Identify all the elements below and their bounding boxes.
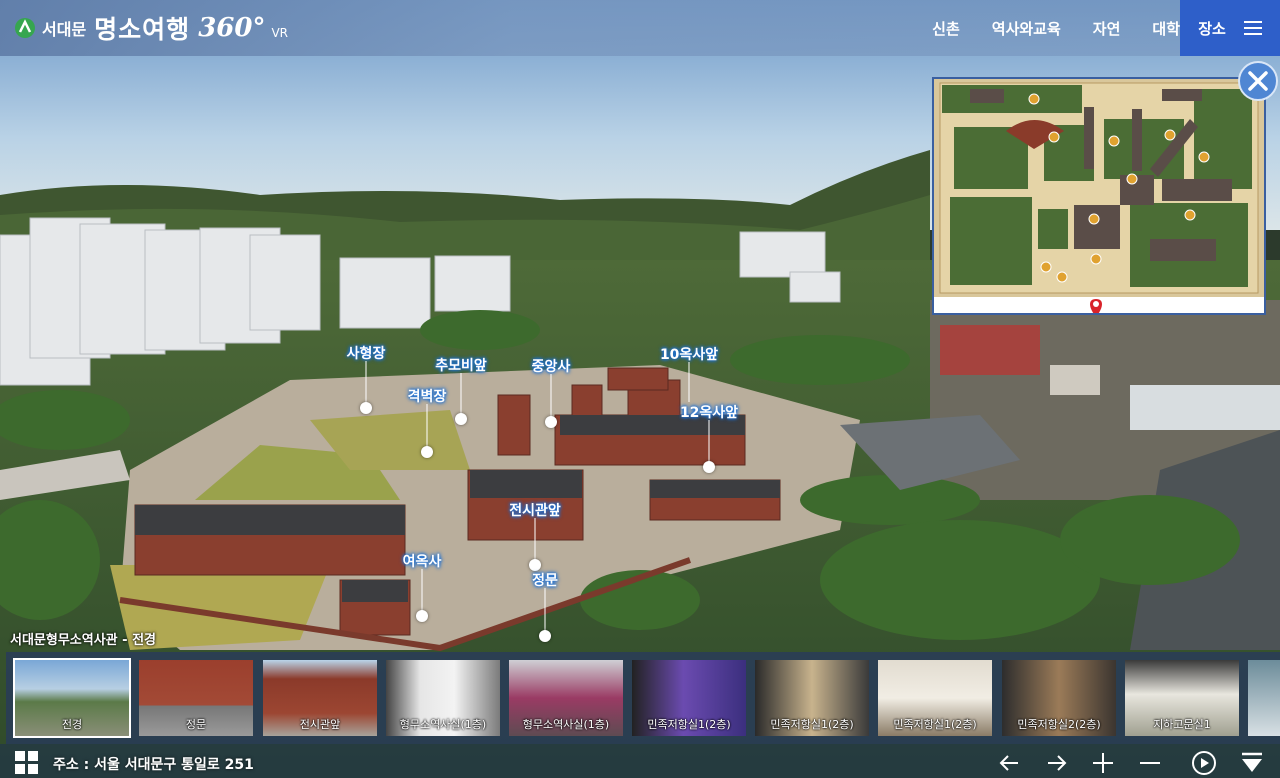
hamburger-menu-icon xyxy=(1243,21,1262,35)
hotspot-dot xyxy=(703,461,715,473)
nav-item-nature[interactable]: 자연 xyxy=(1093,18,1121,39)
thumbnail-item[interactable]: 민족저항실1(2층) xyxy=(632,660,746,736)
thumbnail-label: 전시관앞 xyxy=(299,718,341,731)
hotspot-line xyxy=(688,362,690,402)
hotspot-label: 12옥사앞 xyxy=(679,405,739,421)
hotspot-dot xyxy=(421,446,433,458)
hotspot-dot xyxy=(539,630,551,642)
thumbnail-item[interactable]: 정문 xyxy=(139,660,253,736)
hotspot-label: 정문 xyxy=(532,573,558,589)
brand-vr: VR xyxy=(271,26,289,40)
thumbnail-label: 형무소역사실(1층) xyxy=(522,718,610,731)
hotspot-line xyxy=(544,588,546,634)
thumbnail-label: 민족저항실1(2층) xyxy=(770,718,854,731)
thumbnail-grid-button[interactable] xyxy=(15,751,39,775)
thumbnail-item[interactable]: 민족저항실2(2층) xyxy=(1002,660,1116,736)
hotspot-line xyxy=(460,373,462,417)
brand-district: 서대문 xyxy=(42,20,87,39)
thumbnail-item[interactable]: 민족저항실1(2층) xyxy=(878,660,992,736)
thumbnail-item[interactable]: 형무소역사실(1층) xyxy=(386,660,500,736)
site-logo[interactable]: 서대문 명소여행 360° VR xyxy=(14,10,288,46)
hotspot-line xyxy=(365,361,367,406)
collapse-icon xyxy=(1242,752,1262,772)
hotspot-dot xyxy=(545,416,557,428)
autorotate-button[interactable] xyxy=(1190,750,1218,776)
compass-icon xyxy=(1192,751,1216,775)
thumbnail-label: 전경 xyxy=(61,718,83,731)
seodaemun-logo-icon xyxy=(15,18,35,38)
nav-item-sinchon[interactable]: 신촌 xyxy=(932,18,960,39)
arrow-left-icon xyxy=(999,755,1018,771)
top-header: 서대문 명소여행 360° VR 신촌 역사와교육 자연 대학 장소 xyxy=(0,0,1280,56)
thumbnail-label: 지하고문실1 xyxy=(1153,718,1211,731)
zoom-in-icon xyxy=(1093,753,1113,773)
zoom-out-button[interactable] xyxy=(1136,750,1164,776)
thumbnail-label: 형무소역사실(1층) xyxy=(399,718,487,731)
hotspot-label: 중앙사 xyxy=(531,359,571,375)
main-nav: 신촌 역사와교육 자연 대학 xyxy=(900,0,1180,56)
brand-title: 명소여행 xyxy=(94,15,191,44)
hotspot-dot xyxy=(360,402,372,414)
arrow-right-icon xyxy=(1048,755,1067,771)
hotspot-label: 격벽장 xyxy=(407,389,447,405)
hotspot-label: 10옥사앞 xyxy=(659,347,719,363)
pan-right-button[interactable] xyxy=(1042,750,1070,776)
hotspot-dot xyxy=(416,610,428,622)
nav-item-history-education[interactable]: 역사와교육 xyxy=(992,18,1061,39)
thumbnail-item-partial[interactable] xyxy=(1248,660,1280,736)
thumbnail-item[interactable]: 전시관앞 xyxy=(263,660,377,736)
nav-item-university[interactable]: 대학 xyxy=(1152,18,1180,39)
collapse-strip-button[interactable] xyxy=(1238,750,1266,776)
hotspot-line xyxy=(708,420,710,465)
thumbnail-item[interactable]: 형무소역사실(1층) xyxy=(509,660,623,736)
close-minimap-button[interactable] xyxy=(1238,61,1278,101)
brand-360: 360° xyxy=(198,13,266,43)
minimap-image xyxy=(934,79,1264,317)
thumbnail-label: 정문 xyxy=(185,718,207,731)
hotspot-line xyxy=(426,404,428,451)
hotspot-label: 전시관앞 xyxy=(509,503,561,519)
hotspot-label: 사형장 xyxy=(346,346,386,362)
hotspot-label: 여옥사 xyxy=(402,554,442,570)
site-minimap[interactable] xyxy=(932,77,1266,317)
thumbnail-item[interactable]: 전경 xyxy=(13,658,131,738)
hotspot-line xyxy=(550,374,552,420)
hotspot-line xyxy=(421,569,423,614)
zoom-in-button[interactable] xyxy=(1089,750,1117,776)
thumbnail-item[interactable]: 민족저항실1(2층) xyxy=(755,660,869,736)
thumbnail-label: 민족저항실1(2층) xyxy=(647,718,731,731)
close-icon xyxy=(1248,71,1268,91)
zoom-out-icon xyxy=(1140,762,1160,764)
place-button-label: 장소 xyxy=(1198,19,1226,38)
address-text: 주소 : 서울 서대문구 통일로 251 xyxy=(53,757,254,773)
hotspot-label: 추모비앞 xyxy=(435,358,487,374)
hotspot-line xyxy=(534,518,536,563)
thumbnail-strip[interactable]: 전경 정문 전시관앞 형무소역사실(1층) 형무소역사실(1층) 민족저항실1(… xyxy=(6,652,1280,744)
place-menu-button[interactable]: 장소 xyxy=(1180,0,1280,56)
thumbnail-item[interactable]: 지하고문실1 xyxy=(1125,660,1239,736)
scene-title: 서대문형무소역사관 - 전경 xyxy=(10,633,157,648)
thumbnail-label: 민족저항실1(2층) xyxy=(893,718,977,731)
pan-left-button[interactable] xyxy=(996,750,1024,776)
thumbnail-label: 민족저항실2(2층) xyxy=(1017,718,1101,731)
hotspot-dot xyxy=(455,413,467,425)
